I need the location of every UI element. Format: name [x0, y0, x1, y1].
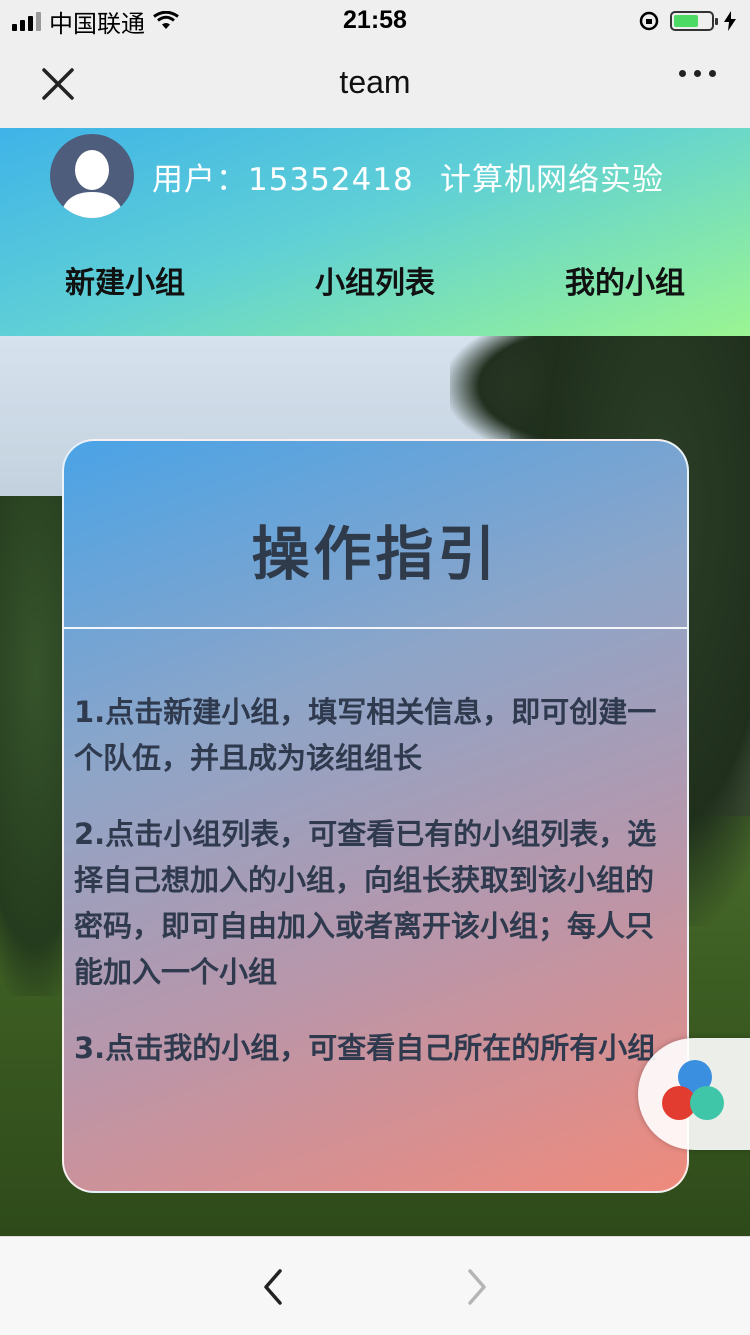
more-icon[interactable]	[679, 70, 716, 77]
guide-step: 2.点击小组列表，可查看已有的小组列表，选择自己想加入的小组，向组长获取到该小组…	[74, 817, 657, 989]
course-name: 计算机网络实验	[440, 162, 664, 198]
user-icon	[60, 150, 124, 218]
battery-icon	[670, 11, 718, 31]
page-title: team	[339, 64, 411, 100]
status-bar: 中国联通 21:58	[0, 0, 750, 42]
profile-header: 用户：15352418 计算机网络实验 新建小组 小组列表 我的小组	[0, 128, 750, 336]
guide-card: 操作指引 1.点击新建小组，填写相关信息，即可创建一个队伍，并且成为该组组长 2…	[62, 439, 689, 1193]
guide-steps: 1.点击新建小组，填写相关信息，即可创建一个队伍，并且成为该组组长 2.点击小组…	[74, 689, 664, 1101]
back-icon[interactable]	[258, 1267, 288, 1307]
browser-toolbar	[0, 1236, 750, 1335]
action-tabs: 新建小组 小组列表 我的小组	[0, 258, 750, 302]
forward-icon[interactable]	[462, 1267, 492, 1307]
divider	[64, 627, 687, 629]
battery-level	[674, 15, 698, 27]
tab-my-group[interactable]: 我的小组	[500, 258, 750, 302]
status-icons	[638, 7, 736, 35]
rotation-lock-icon	[639, 11, 659, 31]
guide-title: 操作指引	[251, 520, 500, 588]
tab-create-group[interactable]: 新建小组	[0, 258, 250, 302]
floating-app-widget[interactable]	[638, 1038, 750, 1150]
book-icon	[690, 1086, 724, 1120]
nav-bar: team	[0, 42, 750, 128]
charging-icon	[724, 11, 736, 31]
guide-step: 3.点击我的小组，可查看自己所在的所有小组	[74, 1031, 657, 1065]
user-id-label: 用户：15352418	[152, 162, 414, 198]
tab-group-list[interactable]: 小组列表	[250, 258, 500, 302]
guide-step: 1.点击新建小组，填写相关信息，即可创建一个队伍，并且成为该组组长	[74, 695, 657, 775]
avatar	[50, 134, 134, 218]
